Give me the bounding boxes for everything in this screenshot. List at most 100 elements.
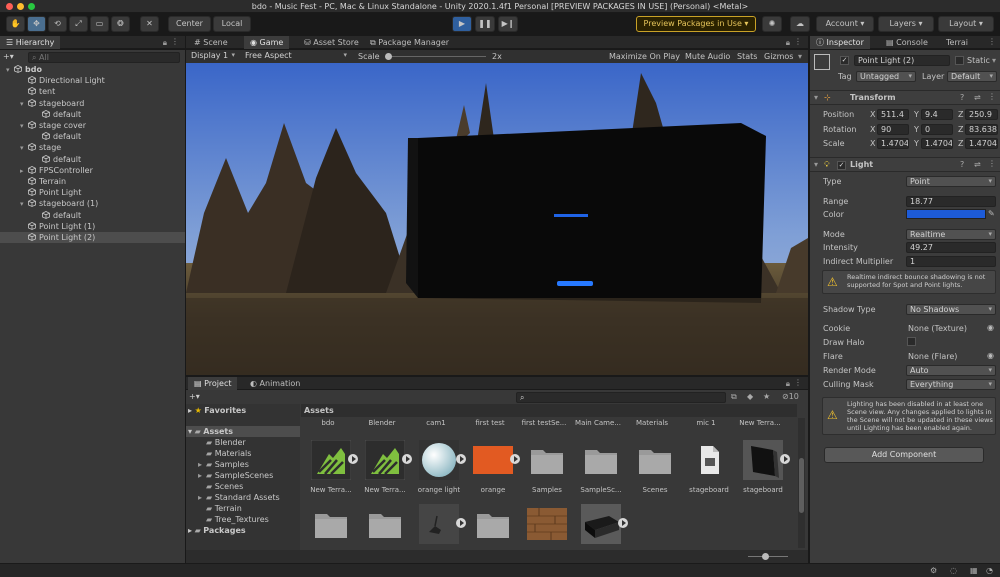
packages-item[interactable]: ▸ ▰ Packages bbox=[188, 525, 246, 536]
assets-folder-item[interactable]: ▾ ▰ Assets bbox=[186, 426, 300, 437]
scrollbar-thumb[interactable] bbox=[799, 458, 804, 513]
step-button[interactable]: ▶❙ bbox=[498, 16, 518, 32]
preset-icon[interactable]: ⇌ bbox=[974, 93, 981, 102]
hierarchy-item[interactable]: Directional Light bbox=[0, 75, 185, 86]
lock-icon[interactable]: 🔒︎ bbox=[786, 38, 790, 48]
foldout-arrow-icon[interactable]: ▸ bbox=[198, 459, 206, 470]
layout-dropdown[interactable]: Layout ▾ bbox=[938, 16, 994, 32]
transform-header[interactable]: ▾ ⊹ Transform ? ⇌ ⋮ bbox=[810, 90, 1000, 105]
expand-arrow-icon[interactable] bbox=[456, 454, 466, 464]
hierarchy-item[interactable]: Point Light bbox=[0, 187, 185, 198]
bug-icon[interactable]: ⚙ bbox=[930, 566, 937, 575]
folder-tree-item[interactable]: ▸ ▰ SampleScenes bbox=[198, 470, 273, 481]
help-icon[interactable]: ? bbox=[960, 93, 964, 102]
light-header[interactable]: ▾ 💡︎ ✓ Light ? ⇌ ⋮ bbox=[810, 157, 1000, 172]
folder-tree-item[interactable]: ▰ Terrain bbox=[198, 503, 242, 514]
aspect-dropdown[interactable]: Free Aspect bbox=[242, 51, 350, 62]
hierarchy-item[interactable]: ▾ stage bbox=[0, 142, 185, 153]
progress-icon[interactable]: ◌ bbox=[950, 566, 957, 575]
hierarchy-item[interactable]: Terrain bbox=[0, 176, 185, 187]
rotate-tool-icon[interactable]: ⟲ bbox=[48, 16, 67, 32]
shadow-type-dropdown[interactable]: No Shadows bbox=[906, 304, 996, 315]
more-menu-icon[interactable]: ⋮ bbox=[171, 37, 179, 46]
static-checkbox[interactable] bbox=[955, 56, 964, 65]
stats-toggle[interactable]: Stats bbox=[737, 52, 757, 61]
asset-item-label[interactable]: mic 1 bbox=[679, 419, 733, 427]
hidden-count-badge[interactable]: ⊘10 bbox=[782, 392, 799, 401]
asset-item-label[interactable]: Blender bbox=[355, 419, 409, 427]
lock-icon[interactable]: 🔒︎ bbox=[163, 38, 167, 48]
hierarchy-item[interactable]: default bbox=[0, 154, 185, 165]
add-object-button[interactable]: +▾ bbox=[3, 52, 23, 63]
gizmos-arrow-icon[interactable]: ▾ bbox=[798, 52, 802, 61]
eyedropper-icon[interactable]: ✎ bbox=[988, 209, 995, 218]
pivot-center-button[interactable]: Center bbox=[168, 16, 211, 32]
breadcrumb-assets[interactable]: Assets bbox=[304, 406, 334, 415]
asset-item[interactable]: orange light bbox=[412, 440, 466, 508]
pivot-local-button[interactable]: Local bbox=[213, 16, 251, 32]
asset-item[interactable]: New Terra... bbox=[358, 439, 412, 508]
cloud-icon[interactable]: ☁ bbox=[790, 16, 810, 32]
favorite-star-icon[interactable]: ★ bbox=[763, 392, 770, 401]
hierarchy-item[interactable]: Point Light (1) bbox=[0, 221, 185, 232]
asset-scrollbar[interactable] bbox=[798, 418, 805, 548]
folder-tree-item[interactable]: ▰ Materials bbox=[198, 448, 251, 459]
account-dropdown[interactable]: Account ▾ bbox=[816, 16, 874, 32]
tab-asset-store[interactable]: ⛁ Asset Store bbox=[298, 36, 365, 49]
expand-arrow-icon[interactable] bbox=[456, 518, 466, 528]
hierarchy-item[interactable]: default bbox=[0, 131, 185, 142]
folder-tree-item[interactable]: ▸ ▰ Samples bbox=[198, 459, 249, 470]
render-mode-dropdown[interactable]: Auto bbox=[906, 365, 996, 376]
tab-animation[interactable]: ◐ Animation bbox=[244, 377, 306, 390]
rotation-y-field[interactable]: 0 bbox=[921, 124, 953, 135]
mode-dropdown[interactable]: Realtime bbox=[906, 229, 996, 240]
tab-scene[interactable]: # Scene bbox=[188, 36, 234, 49]
tab-terrain[interactable]: Terrai bbox=[940, 36, 982, 49]
rotation-z-field[interactable]: 83.638 bbox=[965, 124, 998, 135]
asset-item-label[interactable]: first test bbox=[463, 419, 517, 427]
foldout-arrow-icon[interactable]: ▾ bbox=[814, 93, 818, 102]
tab-inspector[interactable]: ⓘ Inspector bbox=[810, 36, 870, 49]
scale-z-field[interactable]: 1.4704 bbox=[965, 138, 998, 149]
rotation-x-field[interactable]: 90 bbox=[877, 124, 909, 135]
add-component-button[interactable]: Add Component bbox=[824, 447, 984, 463]
folder-tree-item[interactable]: ▰ Tree_Textures bbox=[198, 514, 269, 525]
position-x-field[interactable]: 511.4 bbox=[877, 109, 909, 120]
light-type-dropdown[interactable]: Point bbox=[906, 176, 996, 187]
asset-item[interactable]: stageboard bbox=[736, 440, 790, 508]
intensity-field[interactable]: 49.27 bbox=[906, 242, 996, 253]
tag-dropdown[interactable]: Untagged bbox=[856, 71, 916, 82]
range-field[interactable]: 18.77 bbox=[906, 196, 996, 207]
foldout-arrow-icon[interactable]: ▸ bbox=[198, 492, 206, 503]
move-tool-icon[interactable]: ✥ bbox=[27, 16, 46, 32]
preview-packages-dropdown[interactable]: Preview Packages in Use ▾ bbox=[636, 16, 756, 32]
scale-slider-handle[interactable] bbox=[385, 53, 392, 60]
component-menu-icon[interactable]: ⋮ bbox=[988, 92, 996, 101]
folder-tree-item[interactable]: ▰ Scenes bbox=[198, 481, 243, 492]
object-name-field[interactable]: Point Light (2) bbox=[854, 55, 950, 66]
play-button[interactable]: ▶ bbox=[452, 16, 472, 32]
filter-type-icon[interactable]: ⧉ bbox=[731, 392, 737, 402]
scale-tool-icon[interactable]: ⤢ bbox=[69, 16, 88, 32]
expand-arrow-icon[interactable] bbox=[402, 454, 412, 464]
mute-audio-toggle[interactable]: Mute Audio bbox=[685, 52, 730, 61]
hierarchy-item[interactable]: default bbox=[0, 210, 185, 221]
display-dropdown[interactable]: Display 1 bbox=[188, 51, 238, 62]
hierarchy-item[interactable]: ▾ stageboard (1) bbox=[0, 198, 185, 209]
object-picker-icon[interactable]: ◉ bbox=[987, 351, 994, 360]
culling-mask-dropdown[interactable]: Everything bbox=[906, 379, 996, 390]
layers-dropdown[interactable]: Layers ▾ bbox=[878, 16, 934, 32]
lock-icon[interactable]: 🔒︎ bbox=[786, 379, 790, 389]
project-search-input[interactable]: ⌕ bbox=[516, 392, 726, 403]
hierarchy-item[interactable]: Point Light (2) bbox=[0, 232, 185, 243]
hierarchy-search-input[interactable]: ⌕ All bbox=[28, 52, 180, 63]
draw-halo-checkbox[interactable] bbox=[907, 337, 916, 346]
asset-item-label[interactable]: bdo bbox=[301, 419, 355, 427]
custom-tool-icon[interactable]: ✕ bbox=[140, 16, 159, 32]
asset-item-label[interactable]: cam1 bbox=[409, 419, 463, 427]
minimize-window-button[interactable] bbox=[17, 3, 24, 10]
collab-icon[interactable]: ◔ bbox=[986, 566, 993, 575]
asset-item[interactable]: stageboard bbox=[682, 440, 736, 508]
more-menu-icon[interactable]: ⋮ bbox=[988, 37, 996, 46]
position-y-field[interactable]: 9.4 bbox=[921, 109, 953, 120]
